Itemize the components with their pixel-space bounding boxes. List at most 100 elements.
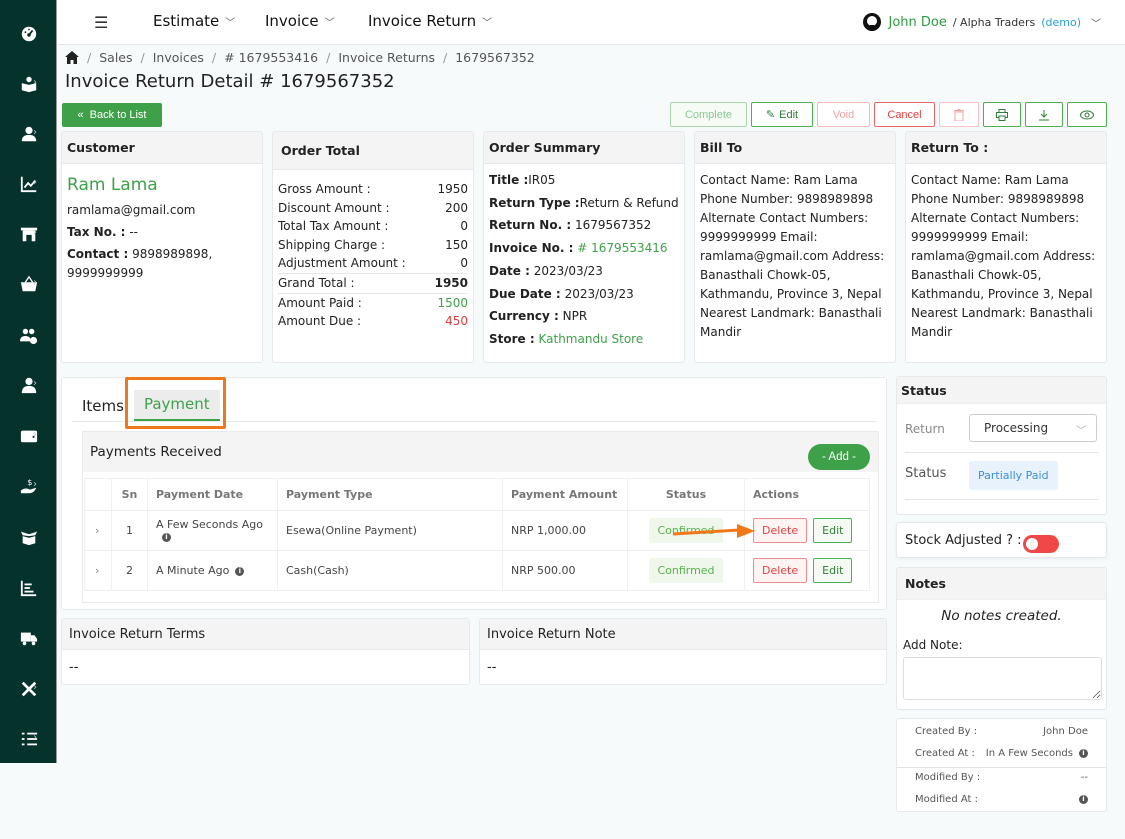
tax-label: Tax No. : (67, 225, 126, 239)
breadcrumb-separator: / (211, 50, 217, 65)
edit-payment-button[interactable]: Edit (813, 518, 853, 543)
shipping-charge-row: Shipping Charge : 150 (278, 236, 468, 255)
sidebar-item-delivery[interactable] (0, 623, 57, 653)
return-to-card: Return To : Contact Name: Ram Lama Phone… (905, 131, 1107, 363)
sidebar-item-tools[interactable]: › (0, 674, 57, 704)
tax-value: -- (129, 225, 138, 239)
payments-panel: Payments Received - Add - Sn Payment Dat… (82, 431, 879, 603)
sidebar-item-store[interactable]: › (0, 219, 57, 249)
chevron-right-icon: › (33, 378, 37, 389)
tax-amount-row: Total Tax Amount : 0 (278, 217, 468, 236)
expand-row-icon[interactable]: › (84, 510, 112, 551)
col-expand (84, 478, 112, 511)
customer-name[interactable]: Ram Lama (67, 176, 257, 195)
complete-button[interactable]: Complete (670, 102, 747, 127)
currency-label: Currency : (489, 309, 559, 324)
breadcrumb-separator: / (326, 50, 331, 65)
return-status-value: Processing (984, 421, 1049, 435)
return-no-label: Return No. : (489, 218, 572, 233)
terms-value: -- (69, 660, 79, 675)
breadcrumb-sales[interactable]: Sales (99, 50, 132, 65)
terms-title: Invoice Return Terms (62, 619, 469, 650)
amount-paid-label: Amount Paid : (278, 295, 362, 310)
modified-by-label: Modified By : (915, 772, 981, 783)
demo-tag: (demo) (1041, 15, 1081, 29)
modified-at-row: Modified At : i (915, 794, 1088, 805)
nav-estimate[interactable]: Estimate ﹀ (153, 12, 235, 30)
delete-payment-button[interactable]: Delete (753, 558, 808, 583)
void-button[interactable]: Void (817, 102, 870, 127)
preview-button[interactable] (1067, 102, 1107, 127)
home-icon[interactable] (65, 51, 79, 64)
return-no-value: 1679567352 (574, 218, 652, 233)
nav-invoice-return[interactable]: Invoice Return ﹀ (368, 12, 492, 30)
box-open-icon (20, 531, 37, 546)
chevron-down-icon: ﹀ (1091, 18, 1101, 30)
created-at-value: In A Few Seconds (985, 748, 1073, 759)
sidebar-item-accounts[interactable]: › (0, 421, 57, 451)
back-to-list-button[interactable]: « Back to List (62, 103, 162, 127)
add-payment-button[interactable]: - Add - (808, 444, 870, 470)
breadcrumb-invoice-number[interactable]: # 1679553416 (224, 50, 318, 65)
chevron-right-icon: › (33, 682, 37, 693)
cancel-button[interactable]: Cancel (874, 102, 935, 127)
add-note-input[interactable] (903, 657, 1102, 700)
gross-amount-label: Gross Amount : (278, 182, 371, 196)
chevron-right-icon: › (33, 77, 37, 88)
sidebar-item-inventory[interactable] (0, 522, 57, 552)
delete-payment-button[interactable]: Delete (753, 518, 808, 543)
annotation-arrow-icon (673, 524, 755, 538)
nav-estimate-label: Estimate (153, 12, 220, 30)
return-status-select[interactable]: Processing ﹀ (969, 414, 1097, 442)
sidebar-item-users[interactable] (0, 321, 57, 351)
pencil-icon: ✎ (765, 109, 776, 121)
stock-adjusted-card: Stock Adjusted ? : (896, 522, 1107, 558)
breadcrumb-invoice-returns[interactable]: Invoice Returns (338, 50, 435, 65)
edit-button[interactable]: ✎ Edit (751, 102, 813, 127)
sidebar-item-dashboard[interactable] (0, 19, 57, 49)
sidebar-item-expenses[interactable]: $ › (0, 471, 57, 501)
info-icon[interactable]: i (1079, 748, 1088, 758)
notes-card: Notes No notes created. Add Note: (896, 567, 1107, 710)
menu-toggle-icon[interactable]: ☰ (94, 13, 108, 32)
info-icon[interactable]: i (235, 566, 245, 576)
chevron-right-icon: › (33, 127, 37, 138)
edit-payment-button[interactable]: Edit (813, 558, 853, 583)
delete-button[interactable] (939, 102, 979, 127)
info-icon[interactable]: i (162, 533, 171, 542)
modified-by-row: Modified By : -- (915, 772, 1088, 783)
invoice-no-link[interactable]: # 1679553416 (577, 241, 667, 255)
nav-invoice-return-label: Invoice Return (368, 12, 477, 30)
breadcrumb-invoices[interactable]: Invoices (153, 50, 204, 65)
sidebar-item-tasks[interactable]: › (0, 724, 57, 754)
dashboard-icon (21, 26, 36, 42)
note-value: -- (487, 660, 497, 675)
sidebar-item-employees[interactable]: › (0, 370, 57, 400)
stock-adjusted-toggle[interactable] (1023, 535, 1059, 553)
note-title: Invoice Return Note (480, 619, 886, 650)
sidebar-item-reports[interactable]: › (0, 169, 57, 199)
payment-status-label: Status (905, 466, 947, 481)
chevron-down-icon: ﹀ (482, 17, 493, 29)
expand-row-icon[interactable]: › (84, 550, 112, 591)
store-link[interactable]: Kathmandu Store (538, 332, 643, 346)
shipping-charge-value: 150 (445, 237, 468, 252)
col-actions: Actions (744, 478, 870, 511)
discount-amount-label: Discount Amount : (278, 200, 390, 215)
sidebar-item-reader[interactable]: › (0, 69, 57, 99)
notes-title: Notes (897, 568, 1106, 600)
sidebar-item-purchase[interactable]: › (0, 269, 57, 299)
sidebar-item-analytics[interactable] (0, 573, 57, 603)
row-date: A Minute Ago i (147, 550, 278, 591)
nav-invoice[interactable]: Invoice ﹀ (265, 12, 335, 30)
user-menu[interactable]: John Doe / Alpha Traders (demo) ﹀ (862, 12, 1101, 32)
info-icon[interactable]: i (1079, 794, 1088, 804)
col-sn: Sn (111, 478, 148, 511)
discount-amount-row: Discount Amount : 200 (278, 199, 468, 218)
download-button[interactable] (1025, 102, 1063, 127)
no-notes-text: No notes created. (941, 608, 1062, 624)
print-button[interactable] (983, 102, 1021, 127)
store-label: Store : (489, 331, 535, 346)
sidebar-item-customers[interactable]: › (0, 119, 57, 149)
amount-due-label: Amount Due : (278, 314, 362, 329)
